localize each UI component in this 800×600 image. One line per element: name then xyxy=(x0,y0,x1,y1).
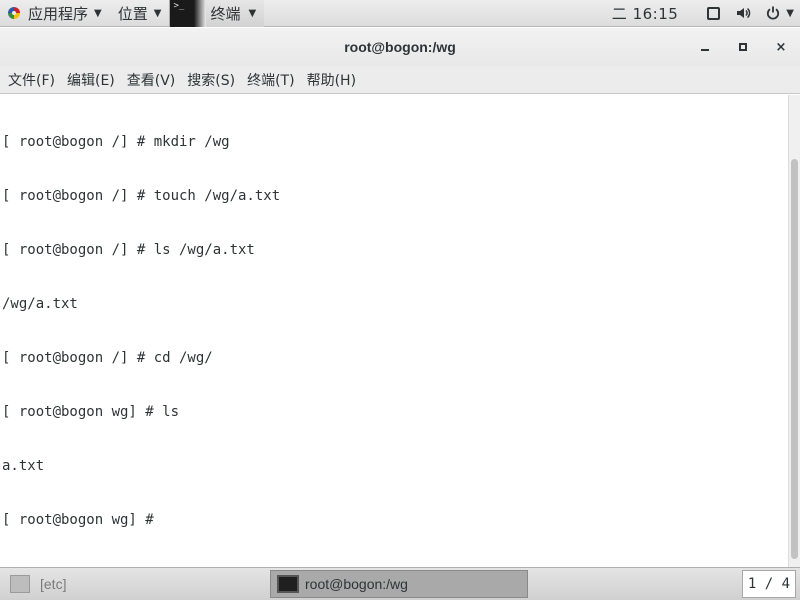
window-icon[interactable] xyxy=(704,4,722,22)
taskbar-item-label: root@bogon:/wg xyxy=(305,576,408,592)
menu-file[interactable]: 文件(F) xyxy=(2,66,61,94)
terminal-line: /wg/a.txt xyxy=(2,296,78,312)
chevron-down-icon: ▼ xyxy=(153,7,162,19)
terminal-prompt[interactable]: [ root@bogon wg] # xyxy=(0,511,788,529)
places-menu[interactable]: 位置 ▼ xyxy=(110,0,170,27)
minimize-button[interactable] xyxy=(695,37,715,57)
workspace-indicator[interactable]: 1 / 4 xyxy=(742,570,796,598)
terminal-line: [ root@bogon wg] # ls xyxy=(2,404,180,420)
top-panel: 应用程序 ▼ 位置 ▼ >_ 终端 ▼ 二 16:15 ▼ xyxy=(0,0,800,27)
chevron-down-icon: ▼ xyxy=(248,7,257,19)
chevron-down-icon: ▼ xyxy=(94,7,102,19)
scrollbar-thumb[interactable] xyxy=(791,159,798,559)
terminal-line: [ root@bogon /] # touch /wg/a.txt xyxy=(2,188,281,204)
applications-label: 应用程序 xyxy=(28,4,89,23)
apps-icon xyxy=(6,5,22,21)
system-tray: 二 16:15 ▼ xyxy=(612,0,800,27)
minimize-icon xyxy=(701,49,709,51)
menubar: 文件(F) 编辑(E) 查看(V) 搜索(S) 终端(T) 帮助(H) xyxy=(0,66,800,94)
window-title: root@bogon:/wg xyxy=(344,39,456,55)
terminal-line: [ root@bogon /] # ls /wg/a.txt xyxy=(2,242,255,258)
applications-menu[interactable]: 应用程序 ▼ xyxy=(0,0,110,27)
terminal-icon: >_ xyxy=(170,0,207,27)
maximize-icon xyxy=(739,43,747,51)
terminal-app-menu[interactable]: >_ 终端 ▼ xyxy=(169,0,265,27)
bottom-taskbar: [etc] root@bogon:/wg 1 / 4 xyxy=(0,567,800,600)
menu-terminal[interactable]: 终端(T) xyxy=(241,66,300,94)
close-button[interactable]: × xyxy=(771,37,791,57)
folder-icon xyxy=(10,575,30,593)
menu-view[interactable]: 查看(V) xyxy=(121,66,182,94)
terminal-line: [ root@bogon /] # mkdir /wg xyxy=(2,134,230,150)
close-icon: × xyxy=(775,39,787,55)
window-titlebar[interactable]: root@bogon:/wg × xyxy=(0,28,800,66)
taskbar-item-label: [etc] xyxy=(40,576,67,592)
volume-icon[interactable] xyxy=(734,4,752,22)
terminal-app-label: 终端 xyxy=(210,4,241,23)
clock[interactable]: 二 16:15 xyxy=(612,3,679,24)
taskbar-item-etc[interactable]: [etc] xyxy=(4,570,262,598)
terminal-line: a.txt xyxy=(2,458,45,474)
maximize-button[interactable] xyxy=(733,37,753,57)
terminal-line: [ root@bogon /] # cd /wg/ xyxy=(2,350,213,366)
places-label: 位置 xyxy=(117,4,148,23)
terminal-output[interactable]: [ root@bogon /] # mkdir /wg [ root@bogon… xyxy=(0,95,788,567)
taskbar-item-terminal[interactable]: root@bogon:/wg xyxy=(270,570,528,598)
power-icon[interactable] xyxy=(764,4,782,22)
menu-edit[interactable]: 编辑(E) xyxy=(61,66,121,94)
menu-search[interactable]: 搜索(S) xyxy=(181,66,241,94)
terminal-icon xyxy=(277,575,299,593)
scrollbar[interactable] xyxy=(788,95,800,567)
chevron-down-icon[interactable]: ▼ xyxy=(786,8,794,19)
menu-help[interactable]: 帮助(H) xyxy=(301,66,362,94)
